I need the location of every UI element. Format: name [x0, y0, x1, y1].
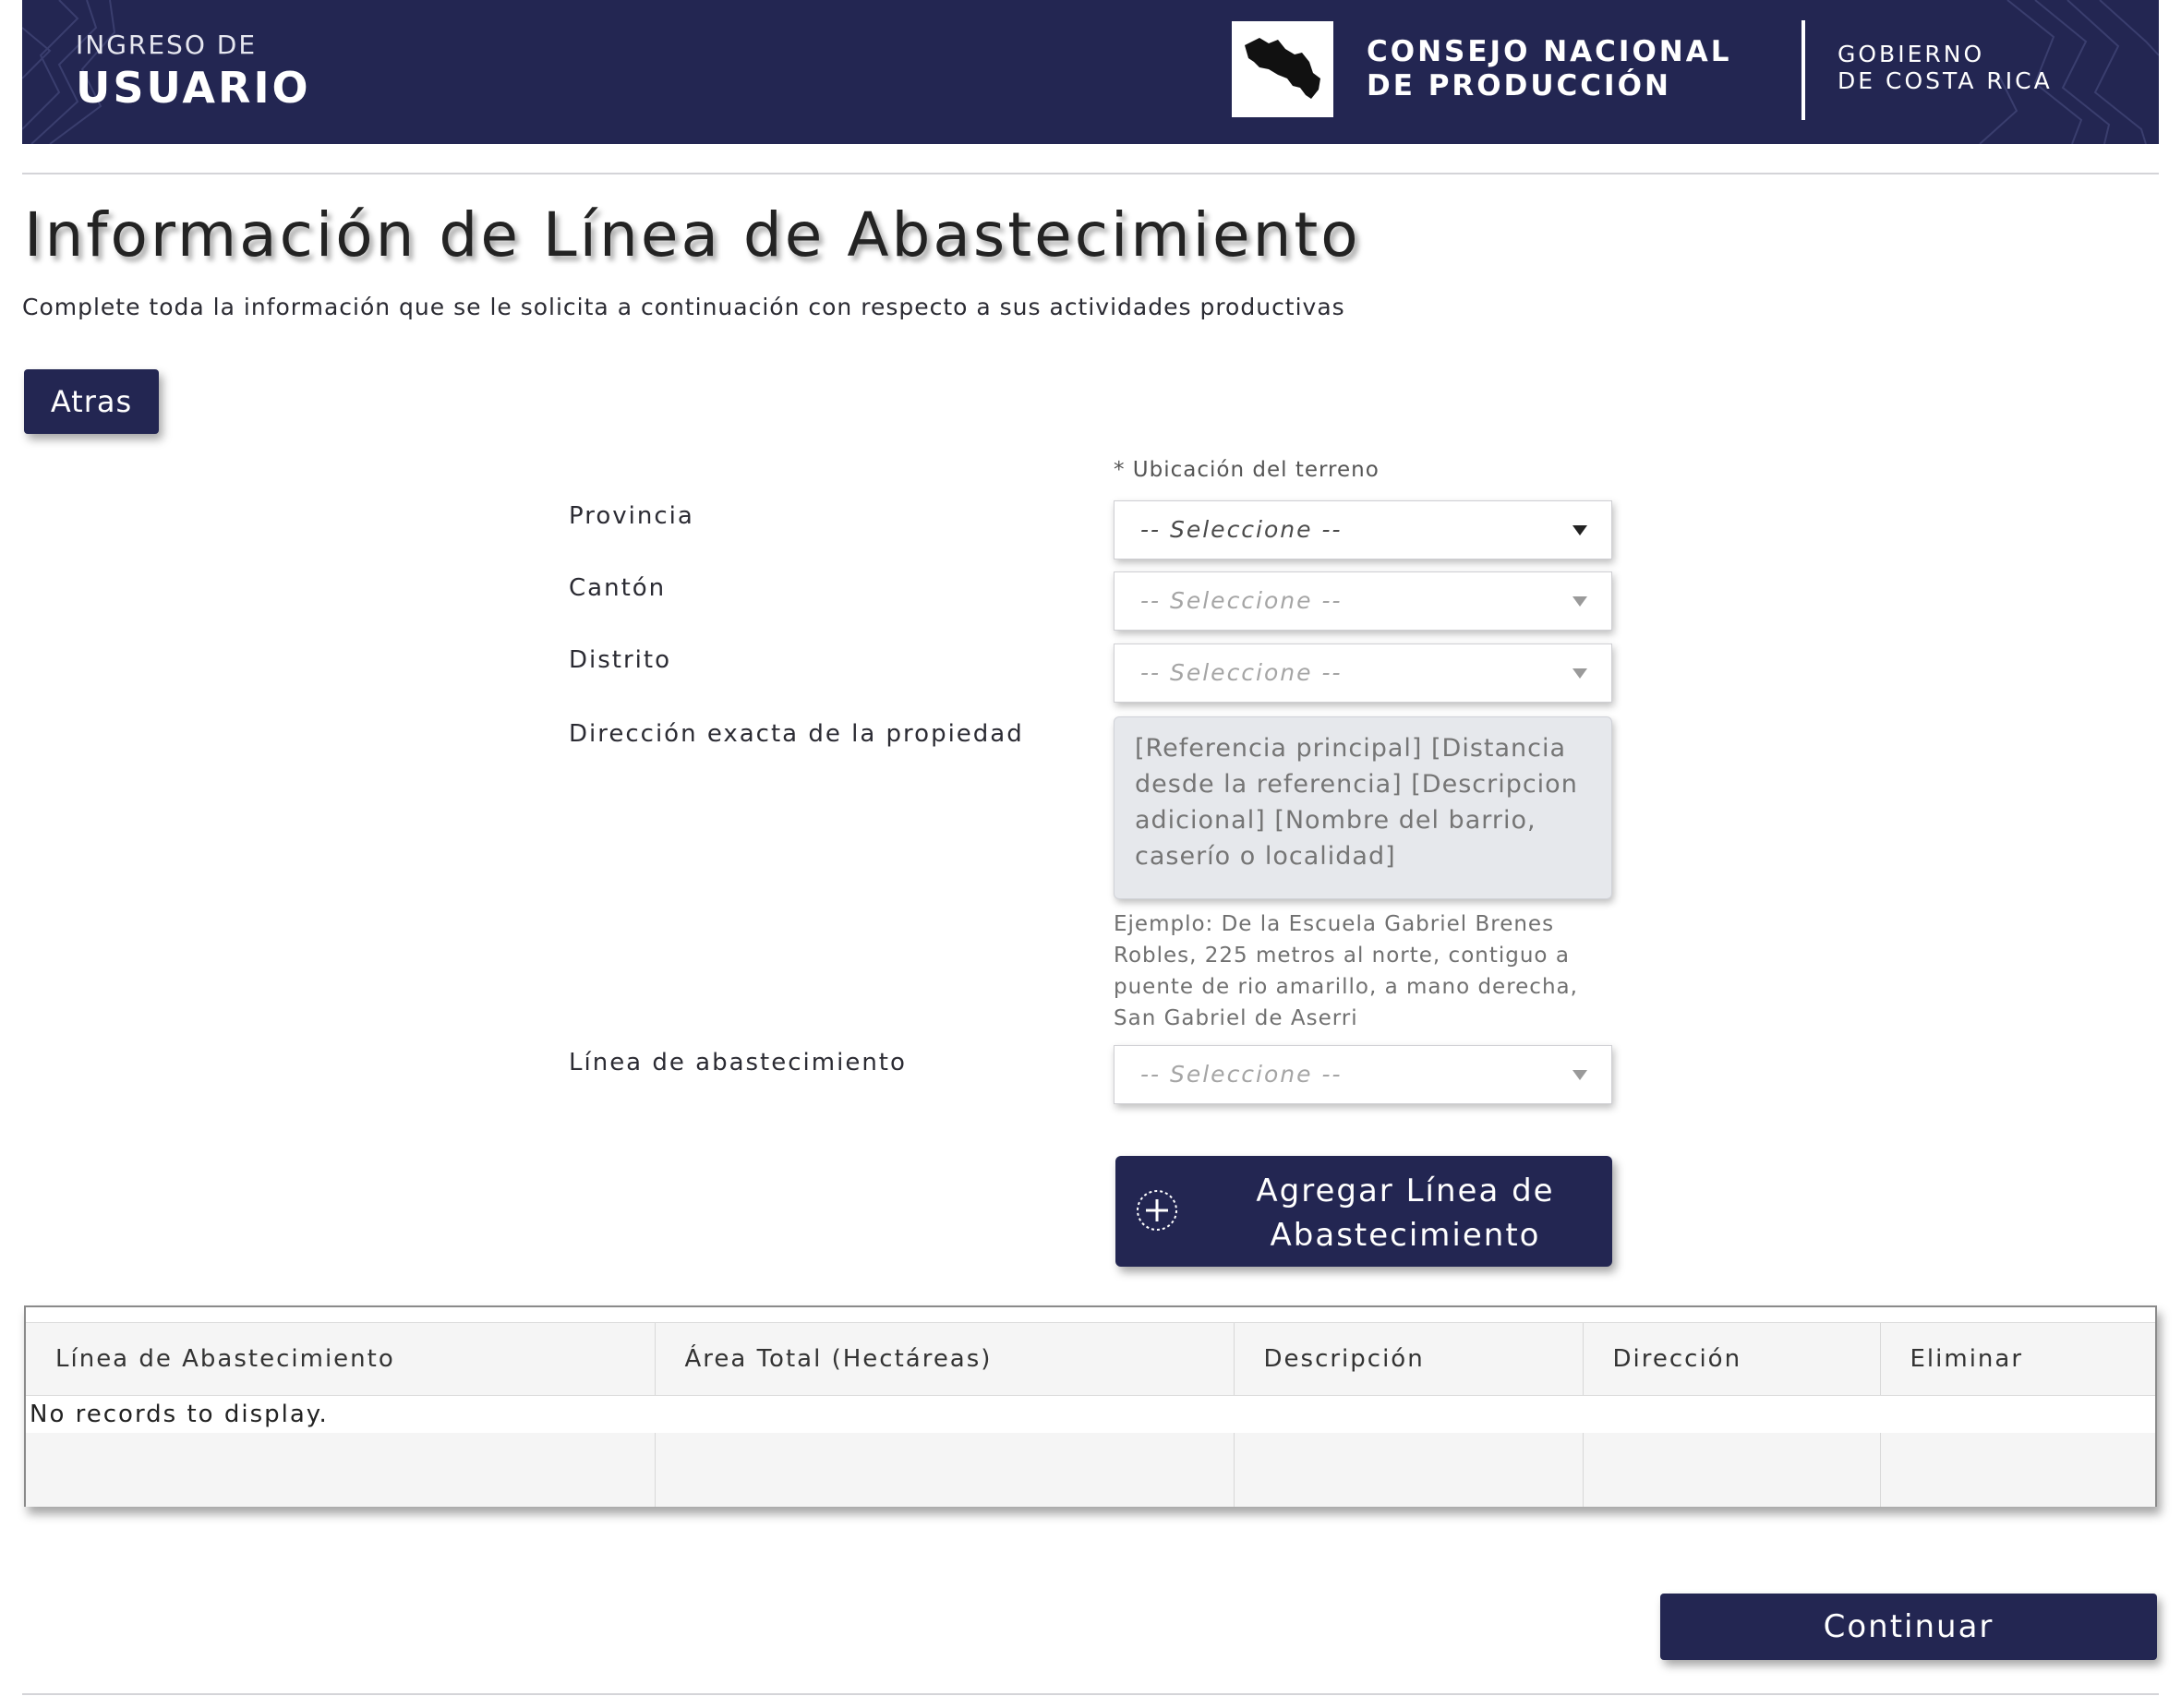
page-subtitle: Complete toda la información que se le s… — [22, 294, 1345, 320]
linea-label: Línea de abastecimiento — [569, 1049, 907, 1077]
header-pretitle: INGRESO DE — [76, 30, 258, 60]
distrito-label: Distrito — [569, 646, 671, 674]
location-note: * Ubicación del terreno — [1114, 458, 1380, 482]
filler-cell — [1582, 1433, 1880, 1507]
canton-select-value: -- Seleccione -- — [1140, 587, 1343, 614]
column-header-descripcion[interactable]: Descripción — [1233, 1322, 1583, 1396]
header-banner: INGRESO DE USUARIO CONSEJO NACIONAL DE P… — [22, 0, 2159, 144]
header-divider — [1801, 20, 1805, 120]
filler-cell — [654, 1433, 1234, 1507]
continue-button[interactable]: Continuar — [1660, 1594, 2157, 1660]
top-divider — [22, 173, 2159, 174]
gov-name-line1: GOBIERNO — [1838, 41, 1985, 67]
org-name-line2: DE PRODUCCIÓN — [1367, 69, 1671, 102]
direccion-label: Dirección exacta de la propiedad — [569, 720, 1024, 748]
add-supply-line-label: Agregar Línea de Abastecimiento — [1199, 1169, 1612, 1257]
filler-row — [26, 1433, 2155, 1507]
table-header-row: Línea de Abastecimiento Área Total (Hect… — [26, 1322, 2155, 1396]
column-header-area[interactable]: Área Total (Hectáreas) — [654, 1322, 1234, 1396]
supply-lines-grid: Línea de Abastecimiento Área Total (Hect… — [24, 1305, 2157, 1507]
supply-lines-table: Línea de Abastecimiento Área Total (Hect… — [26, 1322, 2155, 1507]
filler-cell — [1879, 1433, 2155, 1507]
direccion-textarea[interactable] — [1114, 716, 1612, 899]
chevron-down-icon — [1572, 596, 1587, 607]
gov-name-line2: DE COSTA RICA — [1838, 67, 2053, 94]
org-name-line1: CONSEJO NACIONAL — [1367, 35, 1732, 68]
back-button[interactable]: Atras — [24, 369, 159, 434]
add-supply-line-button[interactable]: Agregar Línea de Abastecimiento — [1115, 1156, 1612, 1267]
provincia-select[interactable]: -- Seleccione -- — [1114, 500, 1612, 559]
filler-cell — [26, 1433, 655, 1507]
cnp-logo — [1232, 21, 1333, 117]
empty-message: No records to display. — [26, 1395, 2155, 1433]
chevron-down-icon — [1572, 668, 1587, 679]
bottom-divider — [22, 1693, 2159, 1695]
chevron-down-icon — [1572, 1070, 1587, 1080]
costa-rica-map-icon — [1245, 38, 1320, 99]
org-name: CONSEJO NACIONAL DE PRODUCCIÓN — [1367, 35, 1732, 103]
canton-select[interactable]: -- Seleccione -- — [1114, 571, 1612, 631]
distrito-select[interactable]: -- Seleccione -- — [1114, 644, 1612, 703]
distrito-select-value: -- Seleccione -- — [1140, 659, 1343, 686]
chevron-down-icon — [1572, 525, 1587, 535]
column-header-eliminar[interactable]: Eliminar — [1879, 1322, 2155, 1396]
header-title: USUARIO — [76, 63, 311, 113]
direccion-help-text: Ejemplo: De la Escuela Gabriel Brenes Ro… — [1114, 912, 1578, 1030]
add-circle-icon — [1137, 1190, 1177, 1231]
government-name: GOBIERNO DE COSTA RICA — [1838, 41, 2053, 94]
linea-select[interactable]: -- Seleccione -- — [1114, 1045, 1612, 1104]
page-title: Información de Línea de Abastecimiento — [24, 199, 1361, 271]
provincia-select-value: -- Seleccione -- — [1140, 516, 1343, 543]
linea-select-value: -- Seleccione -- — [1140, 1061, 1343, 1088]
add-label-line2: Abastecimiento — [1270, 1217, 1541, 1254]
column-header-direccion[interactable]: Dirección — [1582, 1322, 1880, 1396]
add-label-line1: Agregar Línea de — [1256, 1173, 1555, 1209]
provincia-label: Provincia — [569, 502, 694, 530]
canton-label: Cantón — [569, 574, 667, 602]
empty-row: No records to display. — [26, 1395, 2155, 1433]
filler-cell — [1233, 1433, 1583, 1507]
column-header-linea[interactable]: Línea de Abastecimiento — [26, 1322, 655, 1396]
